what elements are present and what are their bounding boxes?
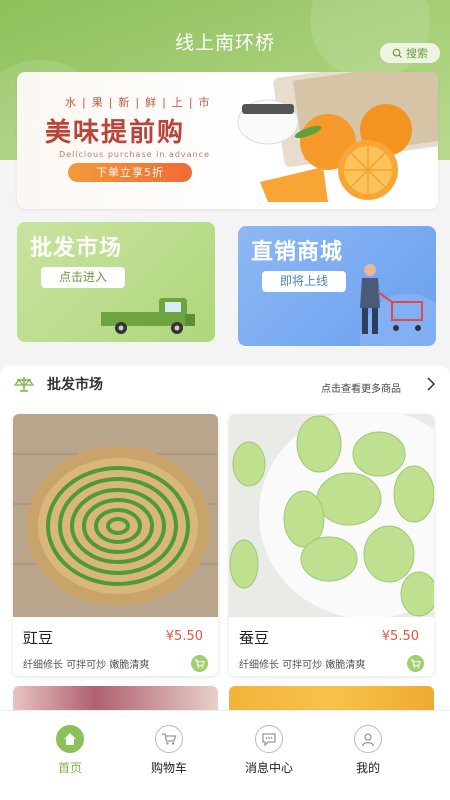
wholesale-market-card[interactable]: 批发市场 点击进入: [17, 222, 215, 342]
banner-subtitle: 水|果|新|鲜|上|市: [65, 96, 216, 109]
tab-label: 购物车: [150, 761, 187, 775]
section-title: 批发市场: [47, 377, 103, 393]
promo-banner[interactable]: 水|果|新|鲜|上|市 美味提前购 Delicious purchase in …: [17, 72, 438, 209]
cart-icon: [155, 725, 183, 753]
add-to-cart-button[interactable]: [191, 655, 208, 672]
tab-profile[interactable]: 我的: [323, 725, 413, 776]
tab-label: 首页: [57, 761, 82, 775]
product-card-peek[interactable]: [13, 686, 218, 710]
search-button[interactable]: 搜索: [380, 43, 440, 63]
broad-bean-image: [229, 414, 434, 619]
tab-label: 消息中心: [244, 761, 293, 775]
product-card[interactable]: 蚕豆 ¥5.50 纤细修长 可拌可炒 嫩脆清爽: [229, 414, 434, 676]
coming-soon-button[interactable]: 即将上线: [262, 271, 346, 292]
chevron-right-icon[interactable]: [426, 377, 436, 391]
view-more-link[interactable]: 点击查看更多商品: [321, 380, 401, 395]
direct-store-card[interactable]: 直销商城 即将上线: [238, 226, 436, 346]
product-card[interactable]: 豇豆 ¥5.50 纤细修长 可拌可炒 嫩脆清爽: [13, 414, 218, 676]
long-bean-image: [13, 414, 218, 617]
wholesale-card-title: 批发市场: [30, 236, 123, 261]
scale-icon: [14, 377, 34, 392]
home-icon: [56, 725, 84, 753]
direct-card-title: 直销商城: [251, 240, 344, 265]
product-price: ¥5.50: [165, 629, 203, 644]
search-label: 搜索: [406, 47, 428, 60]
banner-title: 美味提前购: [45, 118, 186, 148]
shopper-illustration: [360, 264, 436, 346]
search-icon: [392, 48, 403, 58]
product-name: 蚕豆: [239, 629, 270, 647]
product-name: 豇豆: [23, 629, 54, 647]
product-description: 纤细修长 可拌可炒 嫩脆清爽: [239, 660, 366, 671]
cart-icon: [194, 659, 205, 669]
product-card-peek[interactable]: [229, 686, 434, 710]
product-description: 纤细修长 可拌可炒 嫩脆清爽: [23, 660, 150, 671]
tab-home[interactable]: 首页: [25, 725, 115, 776]
bottom-tab-bar: 首页 购物车 消息中心 我的: [0, 710, 450, 800]
product-grid: 豇豆 ¥5.50 纤细修长 可拌可炒 嫩脆清爽 蚕豆 ¥5.50 纤细修长 可拌…: [0, 400, 450, 710]
profile-icon: [354, 725, 382, 753]
enter-button[interactable]: 点击进入: [41, 267, 125, 288]
orange-basket-illustration: [237, 72, 438, 202]
product-price: ¥5.50: [381, 629, 419, 644]
tab-label: 我的: [355, 761, 380, 775]
truck-illustration: [101, 298, 195, 334]
banner-cta-button[interactable]: 下单立享5折: [68, 163, 192, 182]
section-header: 批发市场 点击查看更多商品: [0, 365, 450, 403]
banner-title-en: Delicious purchase in advance: [59, 150, 210, 159]
cart-icon: [410, 659, 421, 669]
tab-messages[interactable]: 消息中心: [224, 725, 314, 776]
add-to-cart-button[interactable]: [407, 655, 424, 672]
tab-cart[interactable]: 购物车: [124, 725, 214, 776]
message-icon: [255, 725, 283, 753]
